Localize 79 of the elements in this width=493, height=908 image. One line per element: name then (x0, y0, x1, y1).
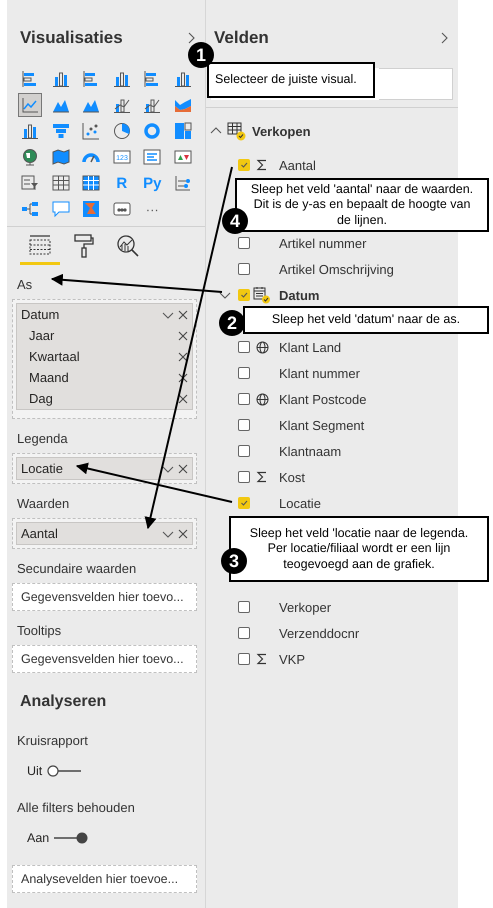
pane-tab[interactable] (20, 234, 60, 265)
field-well-label: Tooltips (16, 623, 62, 638)
field-name[interactable]: Locatie (279, 496, 321, 510)
checkbox[interactable] (238, 445, 250, 457)
field-name[interactable]: Aantal (279, 158, 316, 172)
checkbox[interactable] (238, 601, 250, 613)
toggle-state-label: Uit (27, 764, 42, 778)
field-name: Jaar (28, 328, 56, 343)
drop-zone-field[interactable]: Analysevelden hier toevoe... (12, 865, 197, 893)
sigma-icon (256, 159, 268, 171)
toggle-switch[interactable] (53, 832, 90, 844)
visual-type-button[interactable]: ··· (144, 202, 161, 216)
close-icon[interactable] (178, 394, 188, 404)
field-name: Aantal (21, 526, 59, 541)
field-name[interactable]: Klant Land (279, 340, 342, 354)
close-icon[interactable] (178, 464, 188, 474)
field-well-label: Secundaire waarden (16, 561, 136, 576)
well-field-chip[interactable]: Aantal (16, 522, 193, 545)
calendar-icon (253, 286, 271, 304)
field-name: Kwartaal (28, 349, 81, 364)
field-name: Locatie (21, 461, 64, 476)
sigma-icon (256, 653, 268, 665)
field-name[interactable]: Klantnaam (279, 444, 342, 458)
drop-zone-field[interactable]: Gegevensvelden hier toevo... (12, 645, 197, 673)
toggle-switch[interactable] (46, 765, 82, 777)
line-chart-icon[interactable] (18, 93, 42, 117)
field-name: Dag (28, 391, 54, 406)
field-name[interactable]: Klant Segment (279, 418, 364, 432)
section-heading: Analyseren (20, 693, 106, 711)
field-name: Maand (28, 370, 70, 385)
setting-label: Alle filters behouden (16, 800, 135, 815)
checkbox[interactable] (238, 367, 250, 379)
checkbox[interactable] (238, 653, 250, 665)
sigma-icon (256, 471, 268, 483)
checkmark-icon (239, 290, 249, 300)
field-name[interactable]: VKP (279, 652, 306, 666)
checkbox[interactable] (238, 627, 250, 639)
field-name[interactable]: Datum (279, 288, 320, 302)
field-name[interactable]: Verkoper (279, 600, 332, 614)
callout-text: Sleep het veld 'datum' naar de as. (243, 306, 489, 334)
checkmark-icon (239, 160, 249, 170)
close-icon[interactable] (178, 330, 188, 340)
checkbox[interactable] (238, 263, 250, 275)
toggle-state-label: Aan (27, 831, 50, 845)
field-name[interactable]: Kost (279, 470, 306, 484)
checkbox[interactable] (238, 419, 250, 431)
checkmark-icon (239, 498, 249, 508)
fields-icon (28, 234, 52, 256)
callout-text: Selecteer de juiste visual. (207, 62, 375, 98)
checkbox[interactable] (238, 237, 250, 249)
analytics-magnifier-icon (116, 234, 140, 258)
checkbox[interactable] (238, 341, 250, 353)
well-field-chip[interactable]: Datum Jaar Kwartaal Maand Dag (16, 303, 193, 410)
field-name[interactable]: Artikel Omschrijving (279, 262, 394, 276)
close-icon[interactable] (178, 352, 188, 362)
drop-zone-field[interactable]: Gegevensvelden hier toevo... (12, 583, 197, 611)
field-name[interactable]: Artikel nummer (279, 236, 366, 250)
field-well-label: Waarden (16, 496, 70, 511)
close-icon[interactable] (178, 310, 188, 320)
checkbox[interactable] (238, 393, 250, 405)
close-icon[interactable] (178, 372, 188, 382)
pane-title: Visualisaties (20, 28, 123, 48)
field-name[interactable]: Klant Postcode (279, 392, 366, 406)
table-icon (227, 121, 247, 141)
table-name[interactable]: Verkopen (252, 124, 311, 138)
field-name[interactable]: Klant nummer (279, 366, 360, 380)
paint-roller-icon (73, 234, 95, 258)
setting-label: Kruisrapport (16, 733, 88, 748)
well-field-chip[interactable]: Locatie (16, 457, 193, 480)
field-name[interactable]: Verzenddocnr (279, 626, 360, 640)
field-well-label: Legenda (16, 431, 68, 446)
close-icon[interactable] (178, 528, 188, 538)
field-well-label: As (16, 277, 32, 292)
globe-icon (256, 340, 268, 354)
checkbox[interactable] (238, 471, 250, 483)
search-field[interactable] (379, 68, 453, 100)
pane-title: Velden (214, 28, 269, 48)
globe-icon (256, 392, 268, 406)
field-name: Datum (21, 307, 60, 322)
